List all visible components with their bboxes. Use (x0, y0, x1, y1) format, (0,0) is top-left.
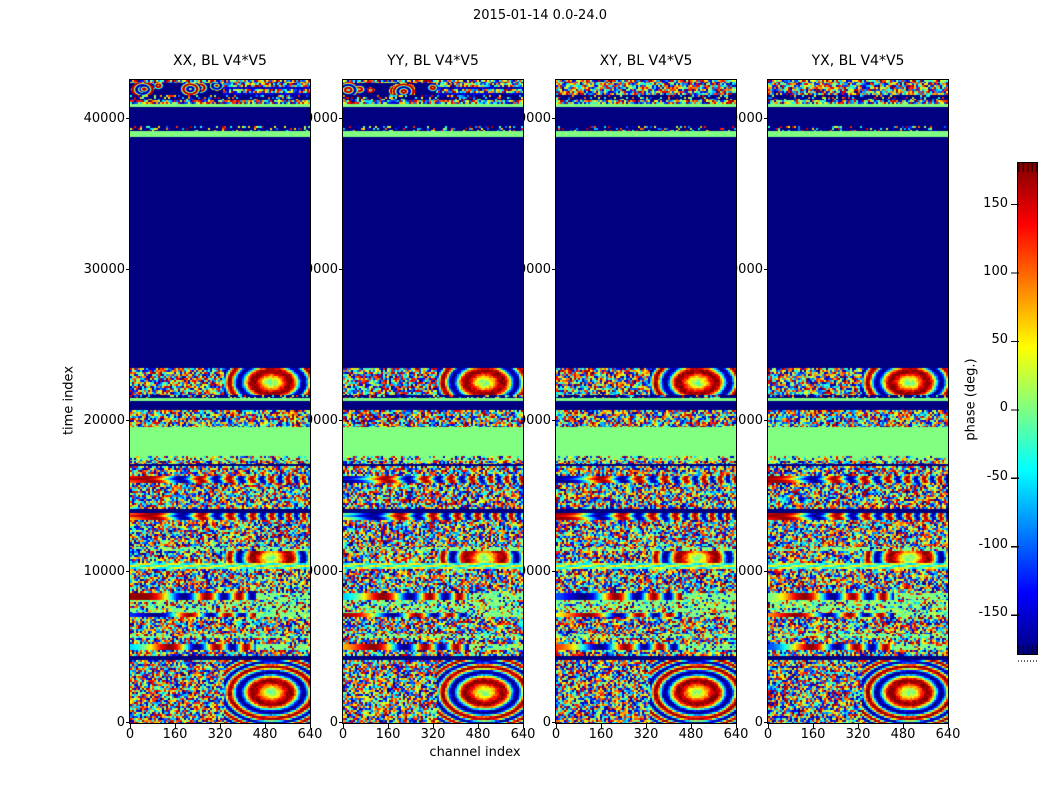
panel-yx: YX, BL V4*V5 40000 30000 20000 10000 0 0… (722, 53, 961, 742)
y-tick-marks (339, 80, 343, 723)
panel-xy: XY, BL V4*V5 40000 30000 20000 10000 0 0… (510, 53, 749, 742)
x-tick-label: 0 (125, 727, 135, 742)
colorbar-gradient (1017, 162, 1038, 655)
x-tick-label: 480 (252, 727, 278, 742)
x-tick-label: 640 (935, 727, 961, 742)
colorbar-tick-label: -100 (978, 537, 1008, 552)
x-tick-label: 0 (551, 727, 561, 742)
x-tick-marks (768, 724, 949, 728)
colorbar-tick-label: -150 (978, 605, 1008, 620)
panel-title-xy: XY, BL V4*V5 (599, 53, 693, 69)
y-tick-marks (764, 80, 768, 723)
x-tick-label: 0 (763, 727, 773, 742)
x-tick-label: 0 (338, 727, 348, 742)
x-tick-label: 480 (890, 727, 916, 742)
panel-title-xx: XX, BL V4*V5 (173, 53, 267, 69)
panel-title-yy: YY, BL V4*V5 (387, 53, 479, 69)
y-tick-marks (126, 80, 130, 723)
x-tick-label: 320 (845, 727, 871, 742)
heatmap-canvas-xx (129, 79, 311, 724)
figure: 2015-01-14 0.0-24.0 XX, BL V4*V5 40000 3… (0, 0, 1050, 800)
panel-xx: XX, BL V4*V5 40000 30000 20000 10000 0 0… (84, 53, 323, 742)
y-tick-label: 20000 (83, 413, 125, 428)
x-tick-label: 160 (800, 727, 826, 742)
heatmap-canvas-yy (342, 79, 524, 724)
x-tick-marks (343, 724, 524, 728)
figure-title: 2015-01-14 0.0-24.0 (473, 8, 607, 23)
colorbar-top-cap (1018, 163, 1037, 172)
colorbar-bottom-cap (1018, 645, 1037, 654)
colorbar-label: phase (deg.) (963, 358, 979, 441)
x-tick-label: 320 (207, 727, 233, 742)
x-tick-label: 160 (375, 727, 401, 742)
colorbar-tick-label: 150 (983, 196, 1008, 211)
x-tick-marks (556, 724, 737, 728)
colorbar-tick-label: 50 (991, 332, 1008, 347)
y-axis-label: time index (61, 365, 77, 436)
y-tick-label: 10000 (83, 564, 125, 579)
y-tick-label: 40000 (83, 111, 125, 126)
panel-yy: YY, BL V4*V5 40000 30000 20000 10000 0 0… (297, 53, 536, 742)
x-tick-label: 320 (420, 727, 446, 742)
y-tick-marks (552, 80, 556, 723)
panel-title-yx: YX, BL V4*V5 (811, 53, 905, 69)
x-tick-label: 160 (588, 727, 614, 742)
x-tick-label: 480 (465, 727, 491, 742)
colorbar-tick-label: -50 (986, 469, 1008, 484)
y-tick-label: 30000 (83, 262, 125, 277)
heatmap-canvas-yx (767, 79, 949, 724)
colorbar-tick-marks (1011, 163, 1019, 654)
x-tick-label: 320 (633, 727, 659, 742)
x-tick-marks (130, 724, 311, 728)
colorbar-tick-label: 100 (983, 264, 1008, 279)
heatmap-canvas-xy (555, 79, 737, 724)
x-axis-label: channel index (429, 745, 521, 760)
x-tick-label: 480 (678, 727, 704, 742)
x-tick-label: 160 (162, 727, 188, 742)
colorbar-artifact-dots (1018, 660, 1037, 662)
